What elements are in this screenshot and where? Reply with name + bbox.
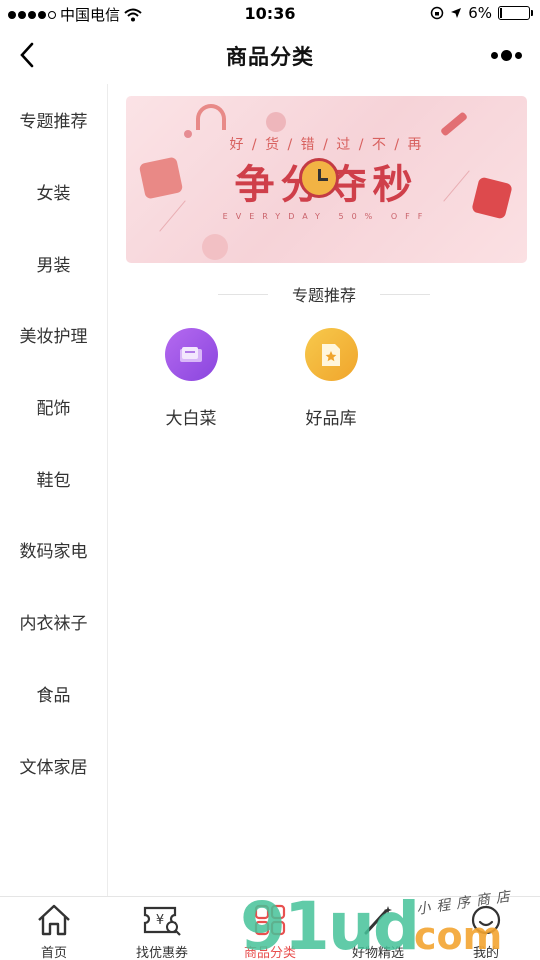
sidebar-item-home-stationery[interactable]: 文体家居 — [0, 729, 107, 801]
star-document-icon — [304, 328, 358, 381]
status-bar: 中国电信 10:36 6% — [0, 0, 540, 28]
banner-subtitle: 好 / 货 / 错 / 过 / 不 / 再 — [229, 137, 424, 153]
navigation-bar: 商品分类 — [0, 28, 540, 82]
profile-icon — [466, 903, 506, 937]
sidebar-item-shoes-bags[interactable]: 鞋包 — [0, 442, 107, 514]
sidebar-item-mens-clothing[interactable]: 男装 — [0, 227, 107, 299]
lipstick-icon — [439, 111, 469, 137]
tab-profile[interactable]: 我的 — [432, 897, 540, 960]
tab-categories[interactable]: 商品分类 — [216, 897, 324, 960]
document-glyph — [322, 343, 340, 366]
sidebar-item-label: 鞋包 — [36, 470, 71, 491]
sidebar-item-label: 专题推荐 — [19, 112, 88, 133]
status-right: 6% — [430, 4, 533, 22]
subcategory-grid: 大白菜 好品库 — [144, 328, 378, 429]
page-title: 商品分类 — [226, 45, 314, 69]
category-sidebar: 专题推荐 女装 男装 美妆护理 配饰 鞋包 数码家电 内衣袜子 食品 文体家居 — [0, 84, 108, 896]
sidebar-item-label: 配饰 — [36, 399, 71, 420]
ticket-glyph — [180, 346, 202, 362]
ticket-icon — [164, 328, 218, 381]
tab-coupons[interactable]: ¥ 找优惠券 — [108, 897, 216, 960]
banner-english-text: EVERYDAY 50% OFF — [222, 212, 431, 221]
promo-banner[interactable]: 好 / 货 / 错 / 过 / 不 / 再 争分夺秒 EVERYDAY 50% … — [126, 96, 527, 263]
more-dot-icon — [500, 49, 512, 61]
wand-icon — [358, 903, 398, 937]
divider — [380, 293, 430, 295]
more-options-button[interactable] — [486, 42, 526, 68]
sidebar-item-womens-clothing[interactable]: 女装 — [0, 156, 107, 228]
sidebar-item-label: 女装 — [36, 184, 71, 205]
category-content: 好 / 货 / 错 / 过 / 不 / 再 争分夺秒 EVERYDAY 50% … — [108, 84, 540, 896]
location-arrow-icon — [451, 8, 462, 18]
sidebar-item-label: 文体家居 — [19, 757, 88, 778]
sidebar-item-featured[interactable]: 专题推荐 — [0, 84, 107, 156]
sidebar-item-electronics[interactable]: 数码家电 — [0, 514, 107, 586]
sidebar-item-label: 美妆护理 — [19, 327, 88, 348]
banner-decoration — [266, 112, 286, 132]
bottom-tab-bar: 首页 ¥ 找优惠券 商品分类 好物精选 我的 — [0, 896, 540, 960]
battery-fill — [500, 8, 502, 18]
category-grid-icon — [250, 903, 290, 937]
sidebar-item-label: 内衣袜子 — [19, 614, 88, 635]
tab-selections[interactable]: 好物精选 — [324, 897, 432, 960]
tab-label: 首页 — [40, 946, 67, 960]
more-dot-icon — [514, 51, 522, 59]
tab-label: 好物精选 — [351, 946, 404, 960]
subcategory-label: 好品库 — [305, 409, 357, 429]
sidebar-item-underwear[interactable]: 内衣袜子 — [0, 586, 107, 658]
sidebar-item-label: 数码家电 — [19, 542, 88, 563]
tab-label: 找优惠券 — [135, 946, 188, 960]
sidebar-item-beauty[interactable]: 美妆护理 — [0, 299, 107, 371]
banner-decoration — [202, 234, 228, 260]
tab-label: 商品分类 — [243, 946, 296, 960]
subcategory-label: 大白菜 — [165, 409, 217, 429]
home-icon — [34, 903, 74, 937]
more-dot-icon — [490, 51, 498, 59]
sidebar-item-accessories[interactable]: 配饰 — [0, 371, 107, 443]
subcategory-haopinku[interactable]: 好品库 — [284, 328, 378, 429]
headphones-icon — [196, 104, 226, 130]
clock-icon — [299, 158, 339, 198]
sidebar-item-label: 食品 — [36, 685, 71, 706]
svg-text:¥: ¥ — [156, 913, 164, 928]
divider — [217, 293, 268, 295]
tab-label: 我的 — [472, 946, 499, 960]
rotation-lock-icon — [430, 6, 444, 20]
sidebar-item-food[interactable]: 食品 — [0, 658, 107, 730]
tab-home[interactable]: 首页 — [0, 897, 108, 960]
subcategory-dabaicai[interactable]: 大白菜 — [144, 328, 238, 429]
section-title: 专题推荐 — [291, 286, 356, 305]
coupon-search-icon: ¥ — [142, 903, 182, 937]
sidebar-item-label: 男装 — [36, 255, 71, 276]
battery-percent: 6% — [468, 4, 492, 22]
section-header: 专题推荐 — [108, 280, 540, 308]
battery-icon — [498, 6, 533, 20]
